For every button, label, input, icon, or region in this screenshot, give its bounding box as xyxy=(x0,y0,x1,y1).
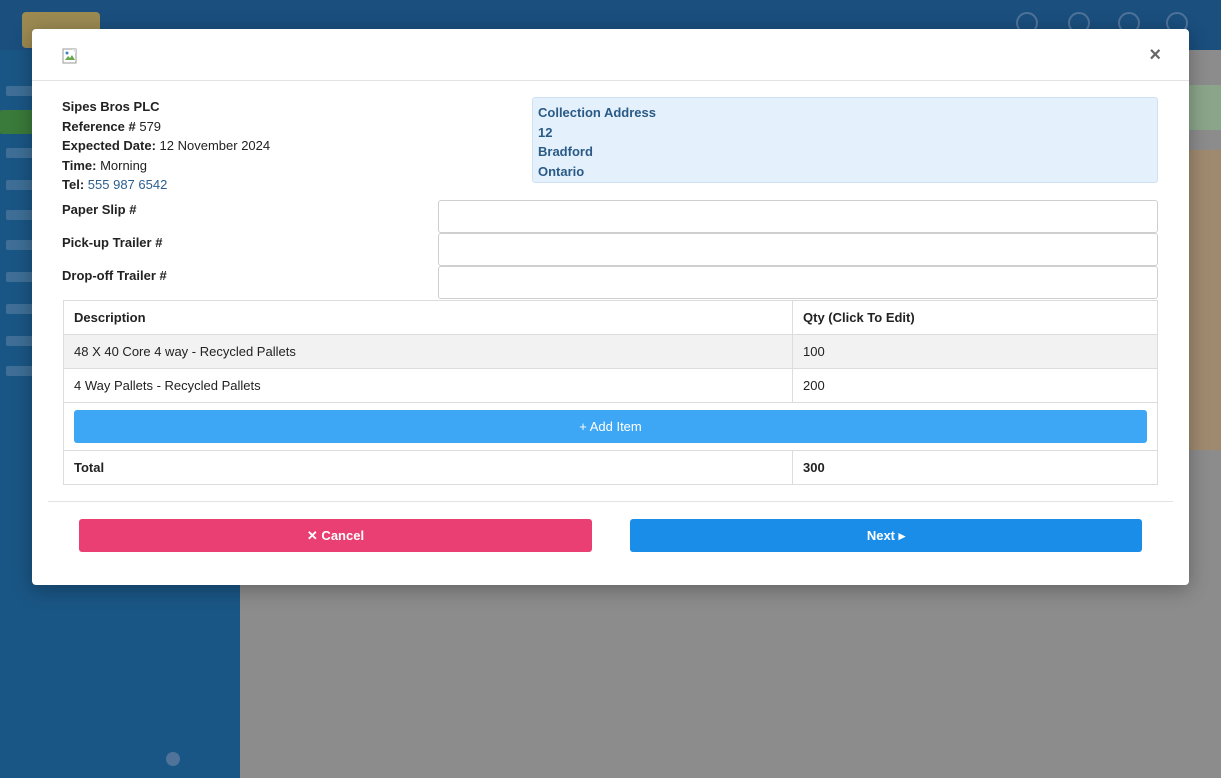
item-description: 4 Way Pallets - Recycled Pallets xyxy=(63,368,793,403)
background-nav-item xyxy=(6,240,34,250)
paper-slip-input[interactable] xyxy=(438,200,1158,233)
description-header: Description xyxy=(63,300,793,335)
dropoff-trailer-input[interactable] xyxy=(438,266,1158,299)
add-item-row: + Add Item xyxy=(63,402,1158,451)
time-value: Morning xyxy=(100,157,148,173)
table-row: 4 Way Pallets - Recycled Pallets 200 xyxy=(63,368,1158,403)
broken-image-icon xyxy=(62,48,77,64)
dropoff-trailer-label: Drop-off Trailer # xyxy=(62,268,167,283)
pickup-trailer-input[interactable] xyxy=(438,233,1158,266)
background-nav-item xyxy=(6,336,34,346)
pickup-trailer-label: Pick-up Trailer # xyxy=(62,235,163,250)
expected-date-value: 12 November 2024 xyxy=(159,138,271,153)
total-value: 300 xyxy=(792,450,1158,485)
time-line: Time: Morning xyxy=(62,156,522,176)
qty-header: Qty (Click To Edit) xyxy=(792,300,1158,335)
reference-line: Reference # 579 xyxy=(62,117,522,137)
table-row: 48 X 40 Core 4 way - Recycled Pallets 10… xyxy=(63,334,1158,369)
expected-date-line: Expected Date: 12 November 2024 xyxy=(62,136,522,156)
expected-date-label: Expected Date: xyxy=(62,138,156,153)
total-row: Total 300 xyxy=(63,450,1158,485)
paper-slip-row: Paper Slip # xyxy=(62,200,1158,233)
background-nav-item xyxy=(6,86,34,96)
customer-info: Sipes Bros PLC Reference # 579 Expected … xyxy=(62,97,522,195)
background-nav-item xyxy=(6,148,34,158)
item-description: 48 X 40 Core 4 way - Recycled Pallets xyxy=(63,334,793,369)
reference-label: Reference # xyxy=(62,118,136,134)
item-qty[interactable]: 200 xyxy=(792,368,1158,403)
background-nav-item-active xyxy=(0,110,36,134)
background-nav-item xyxy=(6,272,34,282)
paper-slip-label: Paper Slip # xyxy=(62,202,137,217)
background-panel xyxy=(1188,85,1221,130)
background-nav-item xyxy=(6,366,34,376)
background-nav-item xyxy=(6,180,34,190)
add-item-cell: + Add Item xyxy=(63,402,1158,451)
background-panel xyxy=(1188,150,1221,450)
tel-link[interactable]: 555 987 6542 xyxy=(88,177,168,192)
modal-header: × xyxy=(32,29,1189,81)
dropoff-trailer-row: Drop-off Trailer # xyxy=(62,266,1158,299)
add-item-button[interactable]: + Add Item xyxy=(74,410,1147,443)
next-button[interactable]: Next ▸ xyxy=(630,519,1142,552)
cancel-button[interactable]: ✕ Cancel xyxy=(79,519,592,552)
background-nav-item xyxy=(6,210,34,220)
address-line-2: Bradford xyxy=(538,144,593,159)
company-name: Sipes Bros PLC xyxy=(62,99,160,114)
item-qty[interactable]: 100 xyxy=(792,334,1158,369)
tel-label: Tel: xyxy=(62,177,85,192)
collection-address: Collection Address 12 Bradford Ontario xyxy=(532,97,1158,183)
items-table: Description Qty (Click To Edit) 48 X 40 … xyxy=(63,300,1158,485)
reference-value: 579 xyxy=(139,118,162,134)
table-header-row: Description Qty (Click To Edit) xyxy=(63,300,1158,335)
pickup-trailer-row: Pick-up Trailer # xyxy=(62,233,1158,266)
footer-divider xyxy=(48,501,1173,502)
address-heading: Collection Address xyxy=(538,105,656,120)
tel-line: Tel: 555 987 6542 xyxy=(62,175,522,195)
time-label: Time: xyxy=(62,157,97,173)
total-label: Total xyxy=(63,450,793,485)
address-line-1: 12 xyxy=(538,124,553,140)
close-icon[interactable]: × xyxy=(1149,45,1161,65)
collection-modal: × Sipes Bros PLC Reference # 579 Expecte… xyxy=(32,29,1189,585)
address-line-3: Ontario xyxy=(538,163,585,179)
background-nav-item xyxy=(6,304,34,314)
background-status-icon xyxy=(166,752,180,766)
